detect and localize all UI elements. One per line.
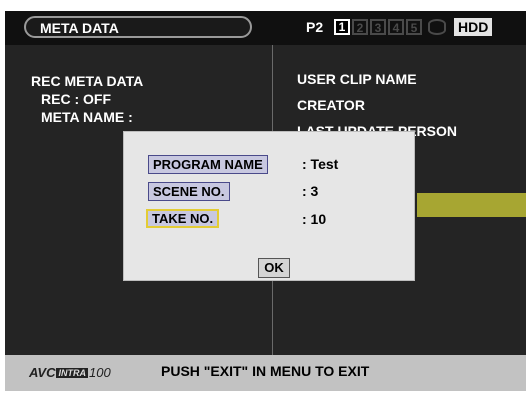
card-slot-2: 2: [352, 19, 368, 35]
card-slot-1: 1: [334, 19, 350, 35]
card-slot-5: 5: [406, 19, 422, 35]
hdd-drive-icon: [428, 19, 446, 35]
menu-title-pill: META DATA: [24, 16, 252, 38]
footer-bar: AVC INTRA 100 PUSH "EXIT" IN MENU TO EXIT: [5, 355, 526, 391]
header-bar: META DATA P2 1 2 3 4 5 HDD: [5, 11, 526, 45]
menu-item-creator[interactable]: CREATOR: [297, 97, 365, 113]
card-slot-3: 3: [370, 19, 386, 35]
selection-highlight-band: [417, 193, 526, 217]
p2-label: P2: [306, 19, 324, 35]
lcd-screen: META DATA P2 1 2 3 4 5 HDD REC META DATA…: [5, 11, 526, 391]
exit-instruction: PUSH "EXIT" IN MENU TO EXIT: [161, 363, 370, 379]
menu-title: META DATA: [40, 20, 119, 36]
program-name-value: : Test: [302, 156, 339, 172]
avc-intra-logo: AVC INTRA 100: [29, 365, 111, 380]
scene-no-value: : 3: [302, 183, 319, 199]
card-slot-4: 4: [388, 19, 404, 35]
take-no-button[interactable]: TAKE NO.: [146, 209, 220, 228]
meta-name-dialog: PROGRAM NAME : Test SCENE NO. : 3 TAKE N…: [123, 131, 415, 281]
hdd-label: HDD: [454, 18, 493, 36]
take-no-value: : 10: [302, 211, 327, 227]
menu-item-user-clip-name[interactable]: USER CLIP NAME: [297, 71, 417, 87]
rec-meta-data-heading: REC META DATA: [31, 73, 144, 89]
rec-status: REC : OFF: [41, 91, 111, 107]
meta-name-label: META NAME :: [41, 109, 133, 125]
scene-no-button[interactable]: SCENE NO.: [148, 182, 230, 201]
ok-button[interactable]: OK: [258, 258, 290, 278]
program-name-button[interactable]: PROGRAM NAME: [148, 155, 268, 174]
